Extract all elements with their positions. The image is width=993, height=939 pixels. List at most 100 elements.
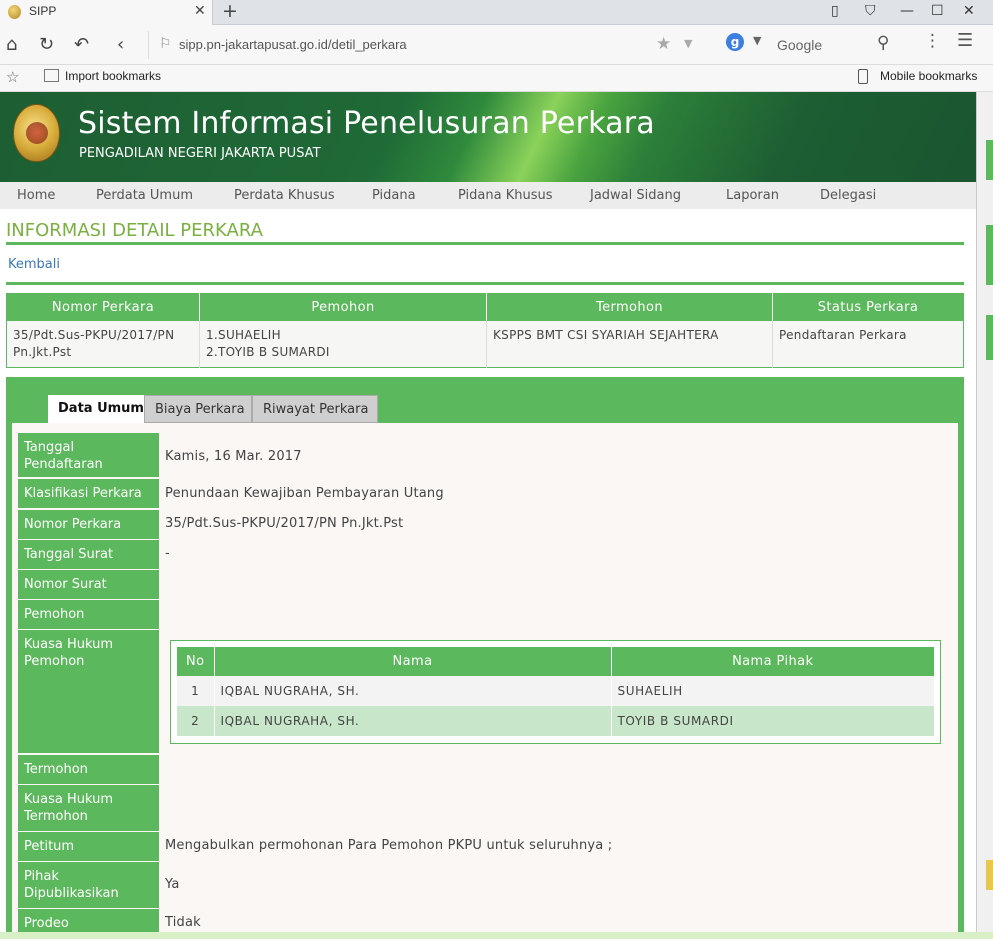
star-icon[interactable]: ★ bbox=[656, 34, 671, 54]
navigation-bar: ⌂ ↻ ↶ ‹ ⚐ sipp.pn-jakartapusat.go.id/det… bbox=[0, 25, 993, 65]
divider bbox=[6, 242, 964, 245]
site-title: Sistem Informasi Penelusuran Perkara bbox=[78, 106, 655, 141]
search-engine-icon[interactable]: g bbox=[726, 33, 744, 51]
field-label: Tanggal Pendaftaran bbox=[18, 433, 159, 477]
web-page: Sistem Informasi Penelusuran Perkara PEN… bbox=[0, 92, 976, 939]
chevron-down-icon[interactable]: ▼ bbox=[684, 37, 692, 50]
browser-tab[interactable]: SIPP ✕ bbox=[0, 0, 213, 25]
row-number: 2 bbox=[177, 706, 215, 736]
nomor-perkara-value: 35/Pdt.Sus-PKPU/2017/PN Pn.Jkt.Pst bbox=[165, 516, 404, 531]
pemohon-text: 2.TOYIB B SUMARDI bbox=[206, 344, 330, 359]
field-label: Petitum bbox=[18, 832, 159, 861]
kuasa-hukum-table: No Nama Nama Pihak 1 IQBAL NUGRAHA, SH. … bbox=[177, 647, 934, 736]
field-label: Klasifikasi Perkara bbox=[18, 479, 159, 508]
background-window-accent bbox=[986, 140, 993, 180]
nomor-perkara-text: Pn.Jkt.Pst bbox=[13, 344, 72, 359]
site-info-icon[interactable]: ⚐ bbox=[159, 36, 172, 52]
case-summary-table: Nomor Perkara Pemohon Termohon Status Pe… bbox=[6, 293, 964, 368]
search-input[interactable]: Google bbox=[777, 37, 822, 53]
new-tab-icon[interactable]: + bbox=[222, 0, 238, 22]
label-text: Kuasa Hukum bbox=[24, 792, 114, 807]
tab-data-umum[interactable]: Data Umum bbox=[48, 395, 144, 423]
label-text: Pemohon bbox=[24, 654, 85, 669]
label-text: Pihak bbox=[24, 869, 59, 884]
column-header: No bbox=[177, 647, 215, 676]
menu-delegasi[interactable]: Delegasi bbox=[820, 188, 876, 203]
label-text: Dipublikasikan bbox=[24, 886, 119, 901]
menu-laporan[interactable]: Laporan bbox=[726, 188, 779, 203]
nomor-perkara-text: 35/Pdt.Sus-PKPU/2017/PN bbox=[13, 327, 175, 342]
pihak-dipublikasikan-value: Ya bbox=[165, 877, 180, 892]
column-header: Nama Pihak bbox=[611, 647, 934, 676]
nomor-perkara-cell: 35/Pdt.Sus-PKPU/2017/PN Pn.Jkt.Pst bbox=[6, 320, 200, 367]
tab-title: SIPP bbox=[29, 4, 57, 18]
menu-pidana-khusus[interactable]: Pidana Khusus bbox=[458, 188, 553, 203]
data-umum-content: Tanggal Pendaftaran Kamis, 16 Mar. 2017 … bbox=[12, 423, 958, 939]
browser-window: SIPP ✕ + ▯ ⛉ — ☐ ✕ ⌂ ↻ ↶ ‹ ⚐ sipp.pn-jak… bbox=[0, 0, 993, 939]
field-label: Tanggal Surat bbox=[18, 540, 159, 569]
menu-jadwal-sidang[interactable]: Jadwal Sidang bbox=[590, 188, 681, 203]
url-text[interactable]: sipp.pn-jakartapusat.go.id/detil_perkara bbox=[179, 37, 407, 52]
back-icon[interactable]: ‹ bbox=[117, 34, 124, 55]
background-window-accent bbox=[986, 225, 993, 285]
menu-perdata-umum[interactable]: Perdata Umum bbox=[96, 188, 193, 203]
close-window-icon[interactable]: ✕ bbox=[963, 3, 975, 19]
kuasa-hukum-box: No Nama Nama Pihak 1 IQBAL NUGRAHA, SH. … bbox=[170, 640, 941, 744]
field-label: Termohon bbox=[18, 755, 159, 784]
back-link[interactable]: Kembali bbox=[8, 257, 60, 272]
label-text: Kuasa Hukum bbox=[24, 637, 114, 652]
column-header: Termohon bbox=[486, 293, 773, 321]
bookmarks-bar: ☆ Import bookmarks Mobile bookmarks bbox=[0, 65, 993, 92]
home-icon[interactable]: ⌂ bbox=[6, 34, 17, 55]
bookmark-star-icon[interactable]: ☆ bbox=[6, 68, 19, 86]
field-label: Pemohon bbox=[18, 600, 159, 629]
search-icon[interactable]: ⚲ bbox=[877, 33, 889, 53]
page-title: INFORMASI DETAIL PERKARA bbox=[6, 220, 263, 241]
tab-biaya-perkara[interactable]: Biaya Perkara bbox=[144, 395, 252, 423]
field-label: Kuasa Hukum Pemohon bbox=[18, 630, 159, 753]
site-header: Sistem Informasi Penelusuran Perkara PEN… bbox=[0, 92, 976, 182]
mobile-icon bbox=[858, 69, 868, 84]
table-row: 2 IQBAL NUGRAHA, SH. TOYIB B SUMARDI bbox=[177, 706, 934, 736]
favicon-icon bbox=[8, 5, 21, 19]
address-bar[interactable]: ⚐ sipp.pn-jakartapusat.go.id/detil_perka… bbox=[148, 31, 700, 59]
klasifikasi-value: Penundaan Kewajiban Pembayaran Utang bbox=[165, 486, 444, 501]
background-window-accent bbox=[986, 860, 993, 890]
column-header: Pemohon bbox=[199, 293, 487, 321]
status-strip bbox=[0, 932, 993, 939]
kuasa-nama: IQBAL NUGRAHA, SH. bbox=[214, 706, 612, 736]
site-subtitle: PENGADILAN NEGERI JAKARTA PUSAT bbox=[79, 146, 321, 161]
maximize-icon[interactable]: ☐ bbox=[931, 3, 944, 19]
tile-icon[interactable]: ▯ bbox=[831, 3, 839, 19]
reload-icon[interactable]: ↻ bbox=[39, 34, 54, 55]
main-menu: Home Perdata Umum Perdata Khusus Pidana … bbox=[0, 182, 976, 209]
field-label: Nomor Perkara bbox=[18, 510, 159, 539]
minimize-icon[interactable]: — bbox=[900, 3, 914, 19]
shirt-icon[interactable]: ⛉ bbox=[865, 3, 876, 19]
field-label: Kuasa Hukum Termohon bbox=[18, 785, 159, 831]
label-text: Tanggal bbox=[24, 440, 75, 455]
hamburger-menu-icon[interactable]: ☰ bbox=[957, 30, 973, 51]
undo-icon[interactable]: ↶ bbox=[74, 34, 89, 55]
row-number: 1 bbox=[177, 676, 215, 706]
menu-pidana[interactable]: Pidana bbox=[372, 188, 416, 203]
label-text: Pendaftaran bbox=[24, 457, 103, 472]
field-label: Pihak Dipublikasikan bbox=[18, 862, 159, 908]
tab-bar: SIPP ✕ + ▯ ⛉ — ☐ ✕ bbox=[0, 0, 993, 25]
menu-home[interactable]: Home bbox=[17, 188, 55, 203]
prodeo-value: Tidak bbox=[165, 915, 201, 930]
column-header: Nama bbox=[214, 647, 612, 676]
court-emblem-icon bbox=[13, 104, 60, 162]
import-bookmarks-link[interactable]: Import bookmarks bbox=[65, 69, 161, 83]
mobile-bookmarks-link[interactable]: Mobile bookmarks bbox=[880, 69, 977, 83]
close-tab-icon[interactable]: ✕ bbox=[194, 3, 206, 19]
tab-riwayat-perkara[interactable]: Riwayat Perkara bbox=[252, 395, 378, 423]
menu-perdata-khusus[interactable]: Perdata Khusus bbox=[234, 188, 335, 203]
more-menu-icon[interactable]: ⋮ bbox=[924, 31, 941, 51]
search-engine-dropdown-icon[interactable]: ▼ bbox=[753, 34, 761, 47]
kuasa-pihak: SUHAELIH bbox=[611, 676, 934, 706]
tanggal-surat-value: - bbox=[165, 546, 170, 561]
petitum-value: Mengabulkan permohonan Para Pemohon PKPU… bbox=[165, 838, 613, 853]
pemohon-text: 1.SUHAELIH bbox=[206, 327, 281, 342]
table-row: 35/Pdt.Sus-PKPU/2017/PN Pn.Jkt.Pst 1.SUH… bbox=[6, 320, 964, 367]
